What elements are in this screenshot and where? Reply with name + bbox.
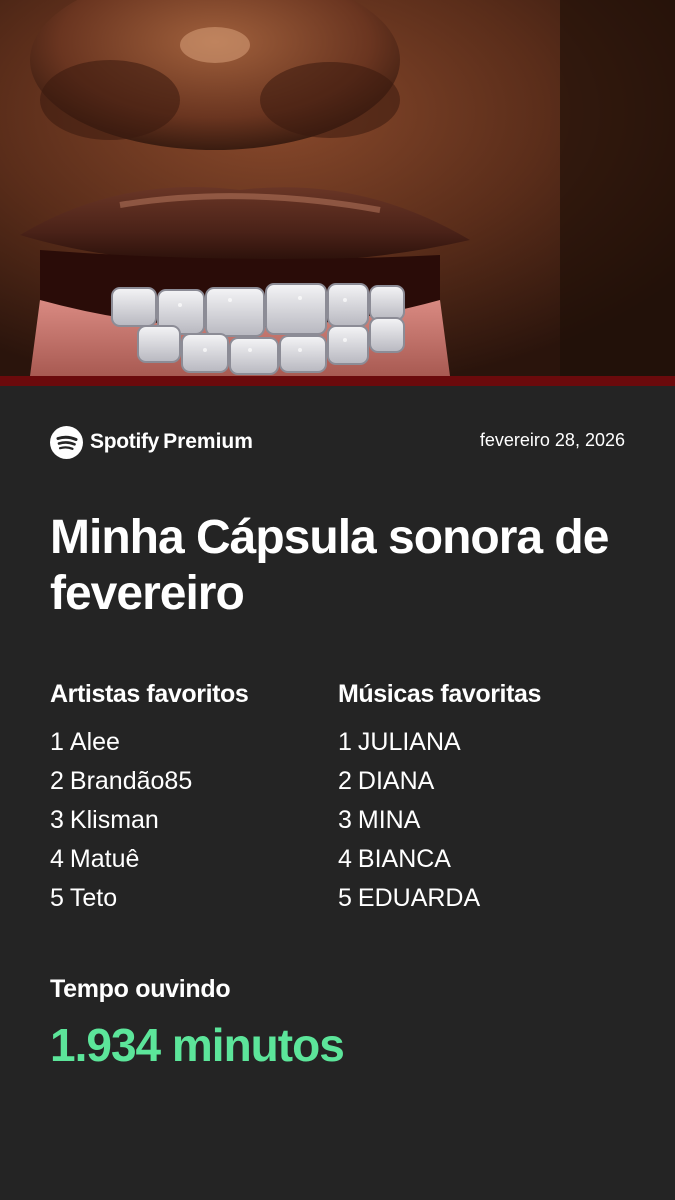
- song-name: EDUARDA: [357, 884, 481, 912]
- song-name: JULIANA: [357, 728, 461, 756]
- top-artists-section: Artistas favoritos 1 Alee 2 Brandão85 3 Kli…: [50, 675, 330, 918]
- artist-item: 1 Alee: [50, 723, 330, 762]
- brand-name: Spotify: [90, 430, 160, 453]
- artist-rank: 5: [50, 884, 64, 912]
- song-rank: 1: [338, 728, 352, 756]
- artist-rank: 1: [50, 728, 64, 756]
- capsule-title: Minha Cápsula sonora de fevereiro: [50, 511, 609, 620]
- artist-name: Matuê: [69, 845, 140, 873]
- song-name: DIANA: [357, 767, 435, 795]
- song-item: 5 EDUARDA: [338, 879, 638, 918]
- artist-rank: 2: [50, 767, 64, 795]
- spotify-brand: Spotify Premium: [50, 425, 253, 459]
- cover-image: [0, 0, 675, 376]
- top-songs-section: Músicas favoritas 1 JULIANA 2 DIANA 3 MINA …: [338, 675, 638, 918]
- listening-time-label: Tempo ouvindo: [50, 975, 231, 1003]
- artist-item: 5 Teto: [50, 879, 330, 918]
- artist-name: Teto: [69, 884, 118, 912]
- song-item: 1 JULIANA: [338, 723, 638, 762]
- artist-rank: 4: [50, 845, 64, 873]
- artist-name: Alee: [69, 728, 120, 756]
- artist-name: Brandão85: [69, 767, 193, 795]
- song-name: BIANCA: [357, 845, 451, 873]
- brand-tier: Premium: [163, 430, 253, 453]
- song-rank: 2: [338, 767, 352, 795]
- cover-divider: [0, 376, 675, 386]
- artist-item: 4 Matuê: [50, 840, 330, 879]
- song-item: 4 BIANCA: [338, 840, 638, 879]
- listening-time-value: 1.934 minutos: [50, 1019, 345, 1071]
- song-item: 3 MINA: [338, 801, 638, 840]
- capsule-card: Spotify Premium fevereiro 28, 2026 Minha…: [0, 0, 675, 1200]
- song-rank: 4: [338, 845, 352, 873]
- top-songs-heading: Músicas favoritas: [338, 680, 542, 708]
- artist-item: 3 Klisman: [50, 801, 330, 840]
- song-name: MINA: [357, 806, 421, 834]
- song-item: 2 DIANA: [338, 762, 638, 801]
- song-rank: 3: [338, 806, 352, 834]
- artist-item: 2 Brandão85: [50, 762, 330, 801]
- top-artists-heading: Artistas favoritos: [50, 680, 249, 708]
- artist-rank: 3: [50, 806, 64, 834]
- artist-name: Klisman: [69, 806, 159, 834]
- song-rank: 5: [338, 884, 352, 912]
- spotify-logo-icon: [50, 425, 83, 459]
- capsule-date: fevereiro 28, 2026: [479, 430, 625, 450]
